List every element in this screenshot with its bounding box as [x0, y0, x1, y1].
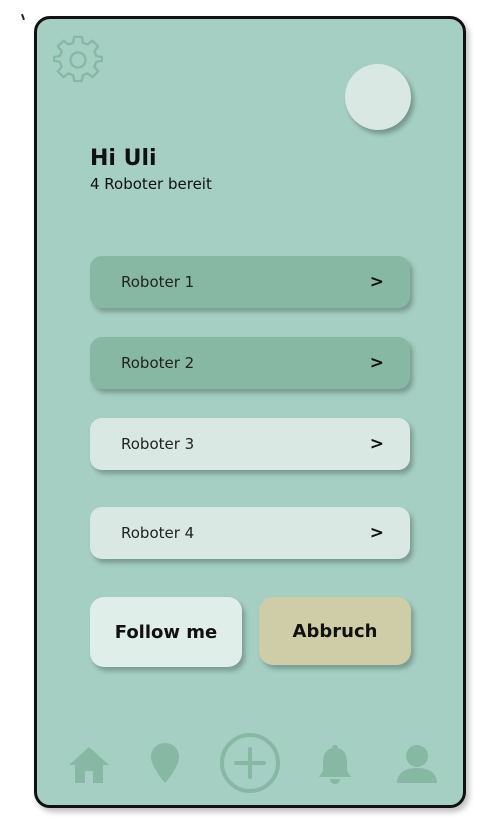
chevron-right-icon: >	[369, 353, 384, 373]
chevron-right-icon: >	[369, 434, 384, 454]
robot-item-2[interactable]: Roboter 2 >	[90, 337, 410, 389]
location-pin-icon[interactable]	[149, 741, 181, 785]
robot-item-label: Roboter 2	[121, 354, 195, 372]
home-icon[interactable]	[67, 745, 111, 785]
cancel-button[interactable]: Abbruch	[259, 597, 411, 665]
avatar[interactable]	[345, 64, 411, 130]
gear-icon[interactable]	[53, 35, 103, 85]
follow-me-button[interactable]: Follow me	[90, 597, 242, 667]
robot-item-1[interactable]: Roboter 1 >	[90, 256, 410, 308]
robot-item-4[interactable]: Roboter 4 >	[90, 507, 410, 559]
robot-item-label: Roboter 1	[121, 273, 195, 291]
robot-item-3[interactable]: Roboter 3 >	[90, 418, 410, 470]
add-icon[interactable]	[218, 731, 282, 795]
robot-item-label: Roboter 4	[121, 524, 195, 542]
robot-count-subtitle: 4 Roboter bereit	[90, 175, 212, 193]
stray-mark	[21, 13, 25, 21]
greeting-title: Hi Uli	[90, 146, 157, 171]
robot-item-label: Roboter 3	[121, 435, 195, 453]
bottom-nav	[37, 729, 463, 799]
phone-frame: Hi Uli 4 Roboter bereit Roboter 1 > Robo…	[34, 16, 466, 808]
bell-icon[interactable]	[317, 743, 353, 785]
chevron-right-icon: >	[369, 272, 384, 292]
user-icon[interactable]	[395, 743, 439, 785]
chevron-right-icon: >	[369, 523, 384, 543]
